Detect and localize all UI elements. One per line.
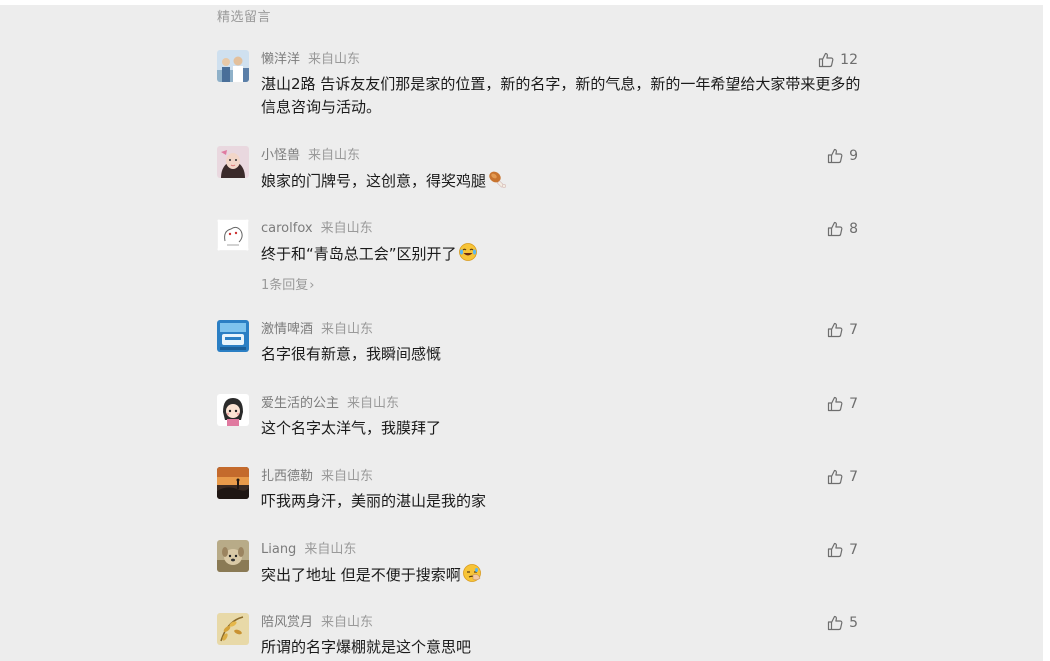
location-label: 来自山东 [321, 615, 374, 630]
nickname[interactable]: carolfox [261, 221, 313, 236]
nickname[interactable]: 扎西德勒 [261, 469, 313, 484]
comment-meta: 陪风赏月 来自山东 [261, 614, 373, 632]
like-button[interactable]: 9 [827, 146, 858, 166]
like-count: 9 [849, 148, 858, 164]
like-count: 7 [849, 542, 858, 558]
girl-photo-avatar[interactable] [217, 146, 249, 178]
chevron-right-icon: › [309, 278, 315, 293]
thumbs-up-icon [827, 396, 843, 412]
nickname[interactable]: 激情啤酒 [261, 322, 313, 337]
thumbs-up-icon [827, 469, 843, 485]
thumbs-up-icon [818, 52, 834, 68]
reply-link[interactable]: 1条回复› [261, 274, 314, 293]
location-label: 来自山东 [304, 542, 357, 557]
comment-meta: 激情啤酒 来自山东 [261, 321, 373, 339]
comment-text: 这个名字太洋气，我膜拜了 [261, 419, 442, 437]
nickname[interactable]: 陪风赏月 [261, 615, 313, 630]
group-photo-avatar[interactable] [217, 50, 249, 82]
thumbs-up-icon [827, 221, 843, 237]
gold-leaves-avatar[interactable] [217, 613, 249, 645]
laugh-cry-icon [458, 242, 478, 269]
comment-text-body: 娘家的门牌号，这创意，得奖鸡腿 [261, 172, 487, 190]
reply-count: 1条回复 [261, 278, 309, 293]
comment-meta: 小怪兽 来自山东 [261, 147, 360, 165]
like-button[interactable]: 5 [827, 613, 858, 633]
thumbs-up-icon [827, 542, 843, 558]
drumstick-icon [487, 169, 507, 196]
thumbs-up-icon [827, 615, 843, 631]
like-count: 5 [849, 615, 858, 631]
like-button[interactable]: 7 [827, 540, 858, 560]
like-button[interactable]: 7 [827, 467, 858, 487]
dog-photo-avatar[interactable] [217, 540, 249, 572]
like-count: 7 [849, 322, 858, 338]
sunset-avatar[interactable] [217, 467, 249, 499]
like-button[interactable]: 12 [818, 50, 858, 70]
nickname[interactable]: 小怪兽 [261, 148, 300, 163]
location-label: 来自山东 [321, 469, 374, 484]
comment-text: 突出了地址 但是不便于搜索啊 [261, 563, 861, 590]
comment-text: 娘家的门牌号，这创意，得奖鸡腿 [261, 169, 861, 196]
location-label: 来自山东 [347, 396, 400, 411]
nickname[interactable]: 懒洋洋 [261, 52, 300, 67]
comment-meta: 懒洋洋 来自山东 [261, 51, 360, 69]
comments-panel: 精选留言 懒洋洋 来自山东 12 湛山2路 告诉友友们那是家的位置，新的名字，新… [0, 5, 1043, 661]
location-label: 来自山东 [308, 52, 361, 67]
like-count: 7 [849, 396, 858, 412]
like-button[interactable]: 7 [827, 394, 858, 414]
comment-text: 湛山2路 告诉友友们那是家的位置，新的名字，新的气息，新的一年希望给大家带来更多… [261, 75, 861, 116]
comment-meta: 爱生活的公主 来自山东 [261, 395, 399, 413]
thumbs-up-icon [827, 322, 843, 338]
like-button[interactable]: 8 [827, 219, 858, 239]
sketch-avatar[interactable] [217, 219, 249, 251]
location-label: 来自山东 [320, 221, 373, 236]
like-button[interactable]: 7 [827, 320, 858, 340]
like-count: 8 [849, 221, 858, 237]
location-label: 来自山东 [321, 322, 374, 337]
like-count: 7 [849, 469, 858, 485]
comment-text: 终于和“青岛总工会”区别开了 [261, 242, 861, 269]
comment-text: 吓我两身汗，美丽的湛山是我的家 [261, 492, 487, 510]
facepalm-icon [462, 563, 482, 590]
thumbs-up-icon [827, 148, 843, 164]
nickname[interactable]: Liang [261, 542, 296, 557]
comment-meta: 扎西德勒 来自山东 [261, 468, 373, 486]
comment-text: 名字很有新意，我瞬间感慨 [261, 345, 442, 363]
comment-meta: carolfox 来自山东 [261, 220, 373, 238]
comment-meta: Liang 来自山东 [261, 541, 356, 559]
like-count: 12 [840, 52, 858, 68]
comment-text-body: 终于和“青岛总工会”区别开了 [261, 245, 457, 263]
nickname[interactable]: 爱生活的公主 [261, 396, 339, 411]
cartoon-girl-avatar[interactable] [217, 394, 249, 426]
comment-text: 所谓的名字爆棚就是这个意思吧 [261, 638, 472, 656]
location-label: 来自山东 [308, 148, 361, 163]
section-title: 精选留言 [217, 10, 272, 25]
comment-text-body: 突出了地址 但是不便于搜索啊 [261, 566, 461, 584]
beer-logo-avatar[interactable] [217, 320, 249, 352]
